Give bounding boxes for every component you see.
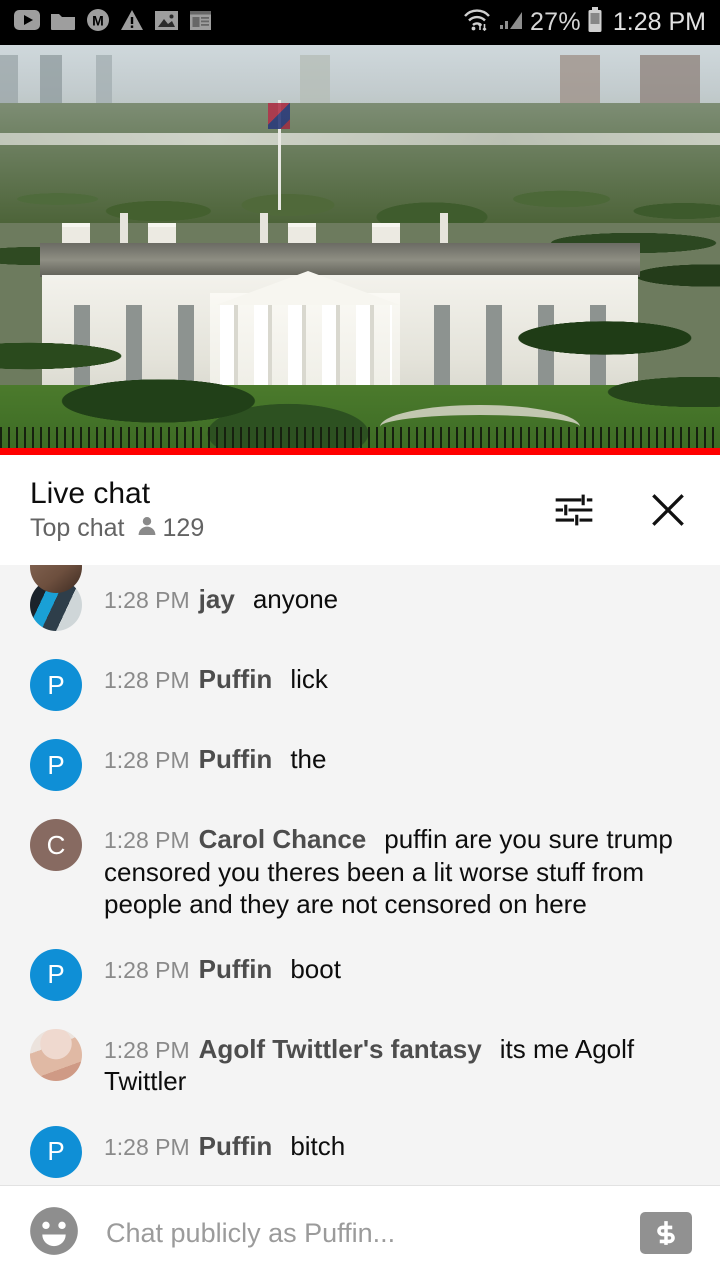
chat-message-body: 1:28 PM Puffin boot [104,949,690,986]
tune-icon[interactable] [552,488,596,532]
youtube-icon [14,10,40,35]
avatar[interactable]: P [30,948,82,1001]
message-author[interactable]: Puffin [199,1131,273,1161]
live-chat-header: Live chat Top chat 129 [0,455,720,565]
viewer-count-group: 129 [135,514,205,543]
status-bar-notification-icons: M [14,8,212,37]
avatar-initial: P [47,1136,65,1166]
svg-text:M: M [92,13,104,29]
avatar[interactable]: P [30,1125,82,1178]
status-bar: M 27% 1:28 PM [0,0,720,45]
chat-header-titles: Live chat Top chat 129 [30,477,204,543]
avatar-initial: P [47,959,65,989]
avatar-initial: P [47,669,65,700]
close-icon[interactable] [646,488,690,532]
message-timestamp: 1:28 PM [104,956,190,983]
youtube-live-chat-screen: M 27% 1:28 PM Live chat Top chat 129 1:2… [0,0,720,1280]
warning-icon [120,9,144,36]
chat-message-line: 1:28 PM Puffin boot [104,953,690,986]
chat-message[interactable]: 1:28 PM Agolf Twittler's fantasy its me Ag… [0,1015,720,1112]
chat-header-actions [552,488,690,532]
message-author[interactable]: jay [199,584,235,614]
avatar-initial: P [47,749,65,780]
chat-message[interactable]: C 1:28 PM Carol Chance puffin are you sure … [0,805,720,935]
message-timestamp: 1:28 PM [104,1133,190,1160]
message-author[interactable]: Carol Chance [199,824,367,854]
avatar[interactable] [30,1028,82,1081]
cellular-signal-icon [498,9,524,36]
message-text: anyone [252,584,339,614]
dollar-superchat-icon[interactable] [640,1212,692,1254]
message-timestamp: 1:28 PM [104,747,190,773]
chat-message-line: 1:28 PM Puffin the [104,743,690,776]
avatar[interactable]: C [30,819,82,871]
video-progress-track[interactable] [0,448,720,455]
message-text: lick [290,664,328,694]
chat-message[interactable]: P 1:28 PM Puffin lick [0,645,720,725]
chat-message[interactable]: P 1:28 PM Puffin boot [0,935,720,1015]
avatar[interactable]: P [30,739,82,791]
message-text: bitch [290,1130,346,1161]
chat-message-line: 1:28 PM Puffin bitch [104,1130,690,1163]
message-timestamp: 1:28 PM [104,1036,190,1063]
m-app-icon: M [86,8,110,37]
avatar-initial: C [46,829,66,860]
avatar[interactable]: P [30,659,82,711]
message-author[interactable]: Puffin [199,744,273,774]
message-timestamp: 1:28 PM [104,587,190,613]
chat-message-body: 1:28 PM Puffin bitch [104,1126,690,1163]
viewer-count-label: 129 [162,514,205,542]
chat-message-line: 1:28 PM Carol Chance puffin are you sure t… [104,823,690,921]
video-progress-fill [0,448,720,455]
chat-message[interactable]: 1:28 PM jay anyone [0,565,720,645]
image-icon [154,10,179,36]
battery-icon [587,7,603,38]
chat-message-body: 1:28 PM Agolf Twittler's fantasy its me Ag… [104,1029,690,1098]
chat-message-line: 1:28 PM Puffin lick [104,663,690,696]
wifi-icon [462,8,492,37]
notepad-icon [189,9,212,36]
message-author[interactable]: Puffin [199,954,273,984]
chat-message-body: 1:28 PM jay anyone [104,579,690,616]
message-text: boot [290,953,341,984]
person-icon [135,514,159,543]
battery-percent-label: 27% [529,8,581,36]
message-author[interactable]: Agolf Twittler's fantasy [199,1034,482,1064]
chat-message-body: 1:28 PM Carol Chance puffin are you sure t… [104,819,690,921]
status-bar-clock: 1:28 PM [612,8,706,36]
video-player[interactable] [0,45,720,455]
chat-message-list[interactable]: 1:28 PM jay anyone P 1:28 PM Puffin lick P 1:28 … [0,565,720,1185]
message-timestamp: 1:28 PM [104,827,190,853]
message-author[interactable]: Puffin [199,664,273,694]
chat-header-subtitle-row: Top chat 129 [30,514,204,543]
chat-input-bar [0,1185,720,1280]
city-skyline [0,55,720,110]
chat-message-input[interactable] [106,1217,614,1249]
live-chat-title: Live chat [30,477,151,510]
message-text: the [290,744,327,774]
chat-message-line: 1:28 PM Agolf Twittler's fantasy its me Ag… [104,1033,690,1098]
distant-road [0,133,720,145]
chat-message-body: 1:28 PM Puffin the [104,739,690,776]
american-flag [268,103,290,129]
emoji-smiley-icon[interactable] [28,1205,80,1262]
message-timestamp: 1:28 PM [104,667,190,693]
folder-icon [50,10,76,36]
chat-message[interactable]: P 1:28 PM Puffin the [0,725,720,805]
status-bar-system-icons: 27% 1:28 PM [462,7,706,38]
chat-message-line: 1:28 PM jay anyone [104,583,690,616]
chat-mode-label[interactable]: Top chat [30,514,125,543]
chat-message[interactable]: P 1:28 PM Puffin bitch [0,1112,720,1186]
chat-message-body: 1:28 PM Puffin lick [104,659,690,696]
